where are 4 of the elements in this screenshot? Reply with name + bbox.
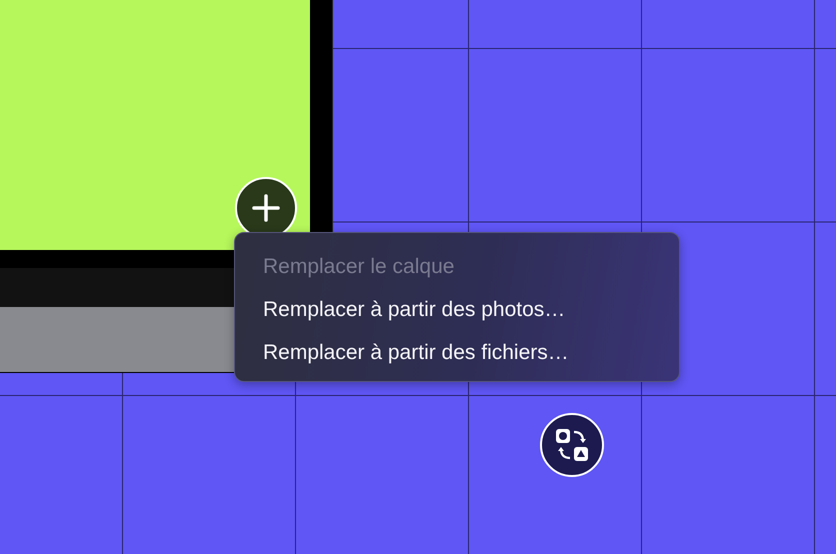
menu-item[interactable]: Remplacer à partir des photos… <box>263 288 566 331</box>
menu-item[interactable]: Remplacer à partir des fichiers… <box>263 331 569 374</box>
swap-shapes-icon <box>554 427 590 463</box>
plus-icon <box>251 193 281 223</box>
